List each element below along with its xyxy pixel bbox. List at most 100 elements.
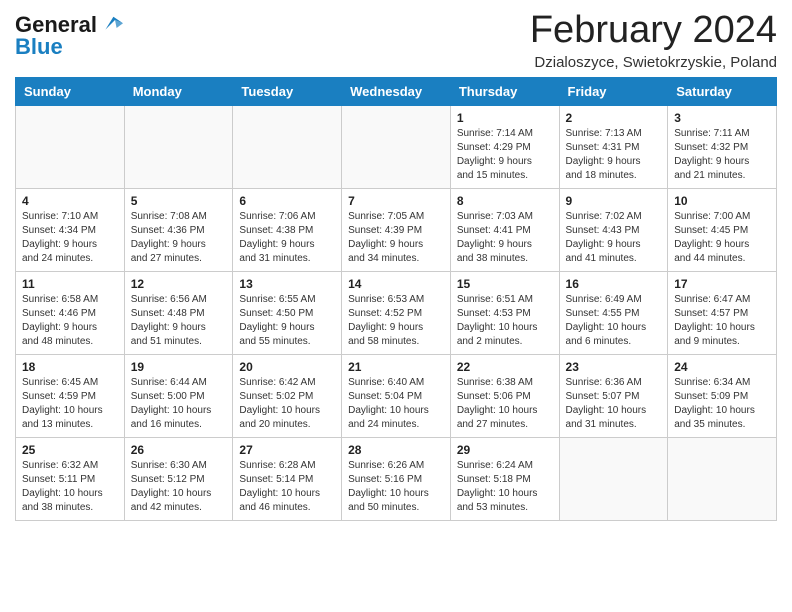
day-number: 11 [22,277,118,291]
day-number: 10 [674,194,770,208]
calendar-cell [233,105,342,188]
logo: General Blue [15,14,123,58]
calendar-cell: 29Sunrise: 6:24 AM Sunset: 5:18 PM Dayli… [450,437,559,520]
day-info: Sunrise: 6:40 AM Sunset: 5:04 PM Dayligh… [348,376,444,432]
calendar-cell: 27 Sunrise: 6:28 AM Sunset: 5:14 PM Dayli… [233,437,342,520]
day-number: 6 [239,194,335,208]
calendar-cell: 11 Sunrise: 6:58 AM Sunset: 4:46 PM Dayli… [16,271,125,354]
day-number: 21 [348,360,444,374]
col-saturday: Saturday [668,77,777,105]
day-info: Sunrise: 7:11 AM Sunset: 4:32 PM Dayligh… [674,127,770,183]
calendar-cell: 12Sunrise: 6:56 AM Sunset: 4:48 PM Dayli… [124,271,233,354]
day-info: Sunrise: 7:08 AM Sunset: 4:36 PM Dayligh… [131,210,227,266]
day-info: Sunrise: 7:06 AM Sunset: 4:38 PM Dayligh… [239,210,335,266]
day-number: 16 [566,277,662,291]
calendar-cell: 1 Sunrise: 7:14 AM Sunset: 4:29 PM Daylig… [450,105,559,188]
day-number: 27 [239,443,335,457]
calendar-header-row: Sunday Monday Tuesday Wednesday Thursday… [16,77,777,105]
day-info: Sunrise: 7:05 AM Sunset: 4:39 PM Dayligh… [348,210,444,266]
calendar-cell: 10 Sunrise: 7:00 AM Sunset: 4:45 PM Dayli… [668,188,777,271]
calendar-cell [124,105,233,188]
col-sunday: Sunday [16,77,125,105]
calendar-cell: 6 Sunrise: 7:06 AM Sunset: 4:38 PM Daylig… [233,188,342,271]
location-title: Dzialoszyce, Swietokrzyskie, Poland [530,54,777,71]
day-info: Sunrise: 6:42 AM Sunset: 5:02 PM Dayligh… [239,376,335,432]
day-info: Sunrise: 7:14 AM Sunset: 4:29 PM Dayligh… [457,127,553,183]
calendar-week-1: 4 Sunrise: 7:10 AM Sunset: 4:34 PM Daylig… [16,188,777,271]
day-info: Sunrise: 6:47 AM Sunset: 4:57 PM Dayligh… [674,293,770,349]
col-tuesday: Tuesday [233,77,342,105]
calendar-cell: 21 Sunrise: 6:40 AM Sunset: 5:04 PM Dayli… [342,354,451,437]
day-info: Sunrise: 6:56 AM Sunset: 4:48 PM Dayligh… [131,293,227,349]
day-number: 9 [566,194,662,208]
day-info: Sunrise: 6:28 AM Sunset: 5:14 PM Dayligh… [239,459,335,515]
day-number: 4 [22,194,118,208]
col-monday: Monday [124,77,233,105]
calendar-cell [668,437,777,520]
calendar-cell: 17 Sunrise: 6:47 AM Sunset: 4:57 PM Dayli… [668,271,777,354]
calendar-cell [559,437,668,520]
calendar-cell: 15 Sunrise: 6:51 AM Sunset: 4:53 PM Dayli… [450,271,559,354]
calendar-cell: 26Sunrise: 6:30 AM Sunset: 5:12 PM Dayli… [124,437,233,520]
day-info: Sunrise: 6:55 AM Sunset: 4:50 PM Dayligh… [239,293,335,349]
day-info: Sunrise: 7:10 AM Sunset: 4:34 PM Dayligh… [22,210,118,266]
day-number: 2 [566,111,662,125]
day-info: Sunrise: 6:36 AM Sunset: 5:07 PM Dayligh… [566,376,662,432]
logo-text: General Blue [15,14,123,58]
day-number: 20 [239,360,335,374]
day-number: 7 [348,194,444,208]
day-info: Sunrise: 6:58 AM Sunset: 4:46 PM Dayligh… [22,293,118,349]
calendar-cell: 28 Sunrise: 6:26 AM Sunset: 5:16 PM Dayli… [342,437,451,520]
page: General Blue February 2024 Dzialoszyce, … [0,0,792,531]
calendar-cell: 16 Sunrise: 6:49 AM Sunset: 4:55 PM Dayli… [559,271,668,354]
calendar-cell: 5 Sunrise: 7:08 AM Sunset: 4:36 PM Daylig… [124,188,233,271]
calendar-cell: 25Sunrise: 6:32 AM Sunset: 5:11 PM Dayli… [16,437,125,520]
day-number: 18 [22,360,118,374]
day-number: 17 [674,277,770,291]
calendar-cell: 22Sunrise: 6:38 AM Sunset: 5:06 PM Dayli… [450,354,559,437]
calendar-cell: 18 Sunrise: 6:45 AM Sunset: 4:59 PM Dayli… [16,354,125,437]
day-number: 23 [566,360,662,374]
calendar-cell: 19 Sunrise: 6:44 AM Sunset: 5:00 PM Dayli… [124,354,233,437]
calendar-cell: 3Sunrise: 7:11 AM Sunset: 4:32 PM Daylig… [668,105,777,188]
day-info: Sunrise: 6:26 AM Sunset: 5:16 PM Dayligh… [348,459,444,515]
logo-line2: Blue [15,36,123,58]
day-number: 5 [131,194,227,208]
day-info: Sunrise: 6:51 AM Sunset: 4:53 PM Dayligh… [457,293,553,349]
calendar-cell: 2Sunrise: 7:13 AM Sunset: 4:31 PM Daylig… [559,105,668,188]
day-number: 28 [348,443,444,457]
calendar: Sunday Monday Tuesday Wednesday Thursday… [15,77,777,521]
day-info: Sunrise: 6:24 AM Sunset: 5:18 PM Dayligh… [457,459,553,515]
calendar-week-3: 18 Sunrise: 6:45 AM Sunset: 4:59 PM Dayli… [16,354,777,437]
logo-bird-icon [99,12,123,36]
header: General Blue February 2024 Dzialoszyce, … [15,10,777,71]
calendar-cell: 14 Sunrise: 6:53 AM Sunset: 4:52 PM Dayli… [342,271,451,354]
calendar-week-0: 1 Sunrise: 7:14 AM Sunset: 4:29 PM Daylig… [16,105,777,188]
day-info: Sunrise: 6:44 AM Sunset: 5:00 PM Dayligh… [131,376,227,432]
day-number: 8 [457,194,553,208]
calendar-cell: 23 Sunrise: 6:36 AM Sunset: 5:07 PM Dayli… [559,354,668,437]
day-number: 15 [457,277,553,291]
day-number: 19 [131,360,227,374]
month-title: February 2024 [530,10,777,52]
day-info: Sunrise: 6:45 AM Sunset: 4:59 PM Dayligh… [22,376,118,432]
day-info: Sunrise: 7:00 AM Sunset: 4:45 PM Dayligh… [674,210,770,266]
day-number: 1 [457,111,553,125]
calendar-cell: 13 Sunrise: 6:55 AM Sunset: 4:50 PM Dayli… [233,271,342,354]
day-info: Sunrise: 6:49 AM Sunset: 4:55 PM Dayligh… [566,293,662,349]
title-section: February 2024 Dzialoszyce, Swietokrzyski… [530,10,777,71]
col-wednesday: Wednesday [342,77,451,105]
calendar-week-2: 11 Sunrise: 6:58 AM Sunset: 4:46 PM Dayli… [16,271,777,354]
calendar-cell: 8 Sunrise: 7:03 AM Sunset: 4:41 PM Daylig… [450,188,559,271]
day-info: Sunrise: 7:03 AM Sunset: 4:41 PM Dayligh… [457,210,553,266]
col-friday: Friday [559,77,668,105]
day-info: Sunrise: 6:53 AM Sunset: 4:52 PM Dayligh… [348,293,444,349]
day-number: 24 [674,360,770,374]
calendar-cell [342,105,451,188]
logo-line1: General [15,14,97,36]
calendar-week-4: 25Sunrise: 6:32 AM Sunset: 5:11 PM Dayli… [16,437,777,520]
col-thursday: Thursday [450,77,559,105]
day-number: 26 [131,443,227,457]
day-number: 14 [348,277,444,291]
day-number: 13 [239,277,335,291]
